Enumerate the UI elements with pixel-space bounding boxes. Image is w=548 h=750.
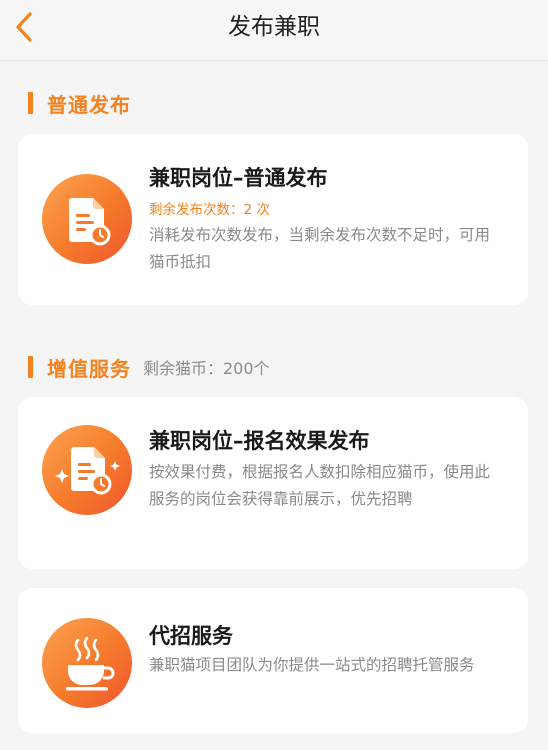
section-value-added: 增值服务 剩余猫币：200个	[28, 353, 270, 381]
effect-publish-card[interactable]: 兼职岗位–报名效果发布 按效果付费，根据报名人数扣除相应猫币，使用此服务的岗位会…	[18, 397, 528, 569]
normal-card-description: 消耗发布次数发布，当剩余发布次数不足时，可用猫币抵扣	[149, 226, 491, 271]
document-sparkle-icon	[55, 447, 120, 495]
nav-header: 发布兼职	[0, 0, 548, 61]
back-button[interactable]	[10, 8, 44, 46]
section-value-title: 增值服务	[47, 356, 131, 381]
page-title: 发布兼职	[228, 14, 320, 40]
section-normal-publish: 普通发布	[28, 89, 131, 117]
coffee-cup-icon	[66, 636, 115, 691]
normal-card-title: 兼职岗位–普通发布	[149, 166, 328, 190]
publish-quota-text: 剩余发布次数：2 次	[149, 202, 270, 218]
card-icon-effect	[42, 425, 132, 515]
section-accent-bar	[28, 92, 33, 114]
card-icon-agency	[42, 618, 132, 708]
section-normal-title: 普通发布	[47, 92, 131, 117]
section-accent-bar	[28, 356, 33, 378]
chevron-left-icon	[16, 12, 32, 42]
effect-card-description: 按效果付费，根据报名人数扣除相应猫币，使用此服务的岗位会获得靠前展示，优先招聘	[149, 463, 491, 508]
card-icon-normal	[42, 174, 132, 264]
agency-card-title: 代招服务	[149, 624, 233, 648]
document-clock-icon	[69, 198, 111, 246]
agency-service-card[interactable]: 代招服务 兼职猫项目团队为你提供一站式的招聘托管服务	[18, 588, 528, 733]
agency-card-description: 兼职猫项目团队为你提供一站式的招聘托管服务	[149, 656, 475, 674]
coin-balance-text: 剩余猫币：200个	[143, 359, 270, 378]
effect-card-title: 兼职岗位–报名效果发布	[149, 429, 370, 453]
normal-publish-card[interactable]: 兼职岗位–普通发布 剩余发布次数：2 次 消耗发布次数发布，当剩余发布次数不足时…	[18, 134, 528, 305]
